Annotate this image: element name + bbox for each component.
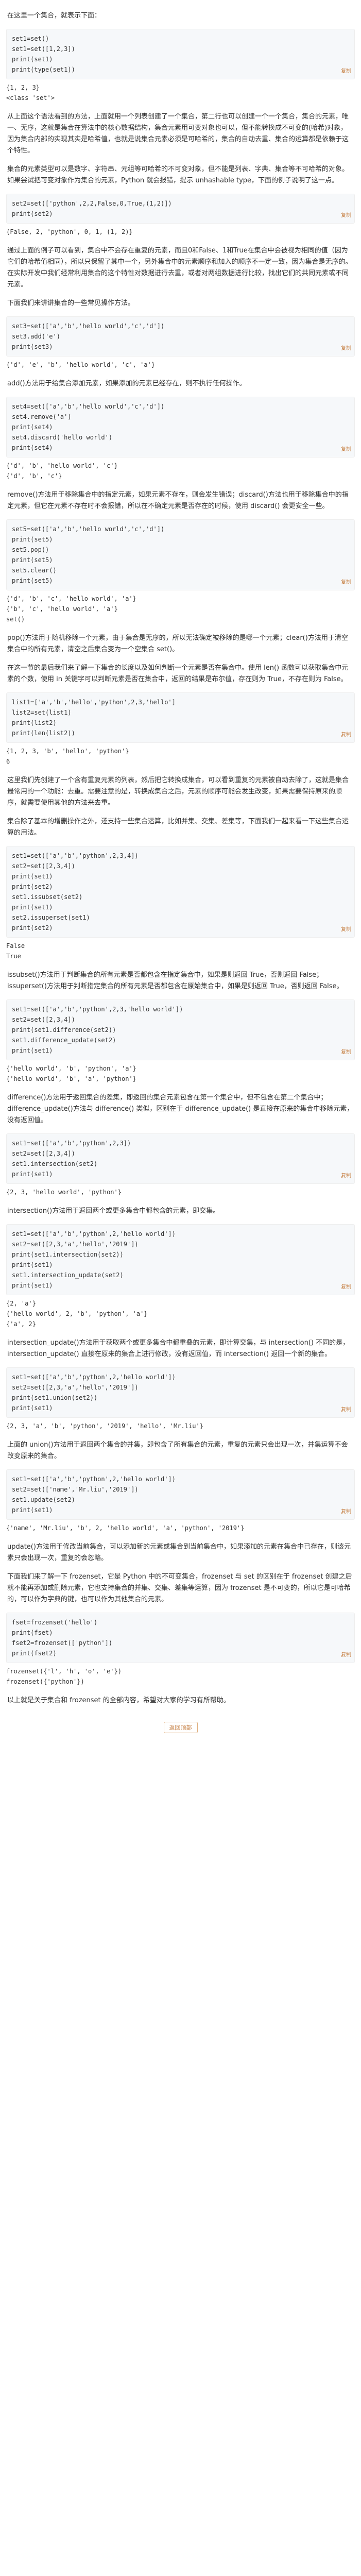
code-block: set4=set(['a','b','hello world','c','d']… bbox=[6, 397, 355, 457]
code-output: False True bbox=[6, 942, 25, 960]
copy-button[interactable]: 复制 bbox=[341, 730, 351, 740]
article: 在这里一个集合，就表示下面： set1=set() set1=set([1,2,… bbox=[0, 0, 361, 1749]
paragraph: 以上就是关于集合和 frozenset 的全部内容，希望对大家的学习有所帮助。 bbox=[7, 1697, 230, 1704]
code-output: {2, 3, 'hello world', 'python'} bbox=[6, 1189, 122, 1196]
code-text: set5=set(['a','b','hello world','c','d']… bbox=[12, 526, 165, 584]
paragraph: intersection_update()方法用于获取两个或更多集合中都重叠的元… bbox=[7, 1339, 350, 1358]
code-text: set2=set(['python',2,2,False,0,True,(1,2… bbox=[12, 200, 172, 217]
code-output: {False, 2, 'python', 0, 1, (1, 2)} bbox=[6, 228, 133, 235]
paragraph: issubset()方法用于判断集合的所有元素是否都包含在指定集合中，如果是则返… bbox=[7, 971, 343, 990]
code-text: fset=frozenset('hello') print(fset) fset… bbox=[12, 1619, 113, 1657]
footer: 返回顶部 bbox=[0, 1722, 361, 1733]
code-output: {'d', 'e', 'b', 'hello world', 'c', 'a'} bbox=[6, 361, 155, 368]
copy-button[interactable]: 复制 bbox=[341, 578, 351, 588]
code-block: set1=set(['a','b','python',2,'hello worl… bbox=[6, 1367, 355, 1418]
code-output: {2, 3, 'a', 'b', 'python', '2019', 'hell… bbox=[6, 1422, 203, 1430]
paragraph: 下面我们来讲讲集合的一些常见操作方法。 bbox=[7, 299, 135, 307]
code-block: set1=set() set1=set([1,2,3]) print(set1)… bbox=[6, 29, 355, 79]
copy-button[interactable]: 复制 bbox=[341, 1282, 351, 1293]
code-block: set1=set(['a','b','python',2,3,4]) set2=… bbox=[6, 846, 355, 938]
code-block: set1=set(['a','b','python',2,3,'hello wo… bbox=[6, 999, 355, 1060]
code-block: list1=['a','b','hello','python',2,3,'hel… bbox=[6, 692, 355, 743]
code-output: {1, 2, 3} <class 'set'> bbox=[6, 84, 55, 101]
paragraph: intersection()方法用于返回两个或更多集合中都包含的元素，即交集。 bbox=[7, 1207, 220, 1215]
paragraph: 集合的元素类型可以是数字、字符串、元组等可哈希的不可变对象，但不能是列表、字典、… bbox=[7, 165, 349, 184]
code-block: fset=frozenset('hello') print(fset) fset… bbox=[6, 1613, 355, 1663]
paragraph: 从上面这个语法看到的方法，上面就用一个列表创建了一个集合，第二行也可以创建一个一… bbox=[7, 113, 349, 155]
code-output: {2, 'a'} {'hello world', 2, 'b', 'python… bbox=[6, 1300, 148, 1328]
code-output: {'hello world', 'b', 'python', 'a'} {'he… bbox=[6, 1065, 136, 1082]
copy-button[interactable]: 复制 bbox=[341, 1047, 351, 1058]
code-block: set5=set(['a','b','hello world','c','d']… bbox=[6, 519, 355, 590]
code-text: set1=set(['a','b','python',2,'hello worl… bbox=[12, 1476, 176, 1514]
paragraph: add()方法用于给集合添加元素，如果添加的元素已经存在，则不执行任何操作。 bbox=[7, 380, 246, 387]
code-text: set1=set(['a','b','python',2,'hello worl… bbox=[12, 1230, 176, 1289]
code-block: set3=set(['a','b','hello world','c','d']… bbox=[6, 316, 355, 357]
code-text: set3=set(['a','b','hello world','c','d']… bbox=[12, 323, 165, 350]
paragraph: remove()方法用于移除集合中的指定元素，如果元素不存在，则会发生错误；di… bbox=[7, 491, 349, 510]
paragraph: 这里我们先创建了一个含有重复元素的列表，然后把它转换成集合，可以看到重复的元素被… bbox=[7, 776, 349, 807]
copy-button[interactable]: 复制 bbox=[341, 211, 351, 221]
code-output: {'d', 'b', 'hello world', 'c'} {'d', 'b'… bbox=[6, 462, 118, 480]
paragraph: difference()方法用于返回集合的差集，即返回的集合元素包含在第一个集合… bbox=[7, 1094, 354, 1124]
copy-button[interactable]: 复制 bbox=[341, 66, 351, 77]
code-text: set1=set(['a','b','python',2,3,4]) set2=… bbox=[12, 852, 139, 931]
code-text: set4=set(['a','b','hello world','c','d']… bbox=[12, 403, 165, 451]
code-block: set1=set(['a','b','python',2,'hello worl… bbox=[6, 1469, 355, 1520]
code-text: set1=set(['a','b','python',2,3,'hello wo… bbox=[12, 1006, 183, 1054]
code-text: set1=set(['a','b','python',2,3]) set2=se… bbox=[12, 1140, 131, 1178]
copy-button[interactable]: 复制 bbox=[341, 1171, 351, 1181]
code-output: frozenset({'l', 'h', 'o', 'e'}) frozense… bbox=[6, 1668, 122, 1685]
copy-button[interactable]: 复制 bbox=[341, 1507, 351, 1517]
paragraph: 上面的 union()方法用于返回两个集合的并集，即包含了所有集合的元素，重复的… bbox=[7, 1441, 348, 1460]
copy-button[interactable]: 复制 bbox=[341, 1405, 351, 1415]
copy-button[interactable]: 复制 bbox=[341, 344, 351, 354]
back-to-top-button[interactable]: 返回顶部 bbox=[163, 1722, 198, 1733]
paragraph: 集合除了基本的增删操作之外，还支持一些集合运算，比如并集、交集、差集等，下面我们… bbox=[7, 818, 349, 837]
code-block: set1=set(['a','b','python',2,3]) set2=se… bbox=[6, 1133, 355, 1184]
code-text: set1=set(['a','b','python',2,'hello worl… bbox=[12, 1374, 176, 1412]
paragraph: 通过上面的例子可以看到，集合中不会存在重复的元素，而且0和False、1和Tru… bbox=[7, 247, 352, 289]
code-output: {1, 2, 3, 'b', 'hello', 'python'} 6 bbox=[6, 748, 129, 765]
code-block: set1=set(['a','b','python',2,'hello worl… bbox=[6, 1224, 355, 1295]
paragraph: 下面我们来了解一下 frozenset，它是 Python 中的不可变集合，fr… bbox=[7, 1573, 352, 1603]
copy-button[interactable]: 复制 bbox=[341, 1650, 351, 1660]
code-block: set2=set(['python',2,2,False,0,True,(1,2… bbox=[6, 194, 355, 224]
paragraph: pop()方法用于随机移除一个元素，由于集合是无序的，所以无法确定被移除的是哪一… bbox=[7, 634, 348, 653]
intro-paragraph: 在这里一个集合，就表示下面： bbox=[7, 12, 101, 20]
copy-button[interactable]: 复制 bbox=[341, 925, 351, 935]
code-output: {'name', 'Mr.liu', 'b', 2, 'hello world'… bbox=[6, 1524, 245, 1532]
copy-button[interactable]: 复制 bbox=[341, 445, 351, 455]
paragraph: update()方法用于修改当前集合，可以添加新的元素或集合到当前集合中，如果添… bbox=[7, 1543, 351, 1562]
paragraph: 在这一节的最后我们来了解一下集合的长度以及如何判断一个元素是否在集合中。使用 l… bbox=[7, 664, 349, 683]
code-text: list1=['a','b','hello','python',2,3,'hel… bbox=[12, 699, 176, 737]
code-text: set1=set() set1=set([1,2,3]) print(set1)… bbox=[12, 35, 75, 73]
code-output: {'d', 'b', 'c', 'hello world', 'a'} {'b'… bbox=[6, 595, 136, 623]
